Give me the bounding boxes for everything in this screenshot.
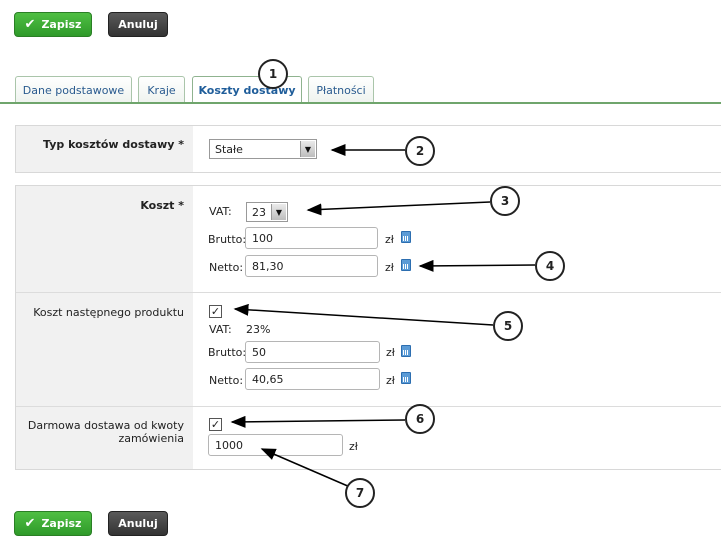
callout-number: 2 (415, 144, 425, 158)
callout-number: 5 (503, 319, 513, 333)
callout-4: 4 (535, 251, 565, 281)
callout-number: 7 (355, 486, 365, 500)
callout-3: 3 (490, 186, 520, 216)
callout-number: 1 (268, 67, 278, 81)
callout-number: 3 (500, 194, 510, 208)
callout-number: 4 (545, 259, 555, 273)
callout-number: 6 (415, 412, 425, 426)
callout-6: 6 (405, 404, 435, 434)
callout-2: 2 (405, 136, 435, 166)
arrow-6 (230, 415, 406, 428)
arrow-5 (233, 303, 494, 326)
arrow-7 (260, 448, 351, 488)
callout-7: 7 (345, 478, 375, 508)
callout-5: 5 (493, 311, 523, 341)
callout-1: 1 (258, 59, 288, 89)
annotation-arrows (230, 144, 536, 488)
arrow-3 (306, 201, 491, 216)
arrow-4 (418, 259, 536, 272)
